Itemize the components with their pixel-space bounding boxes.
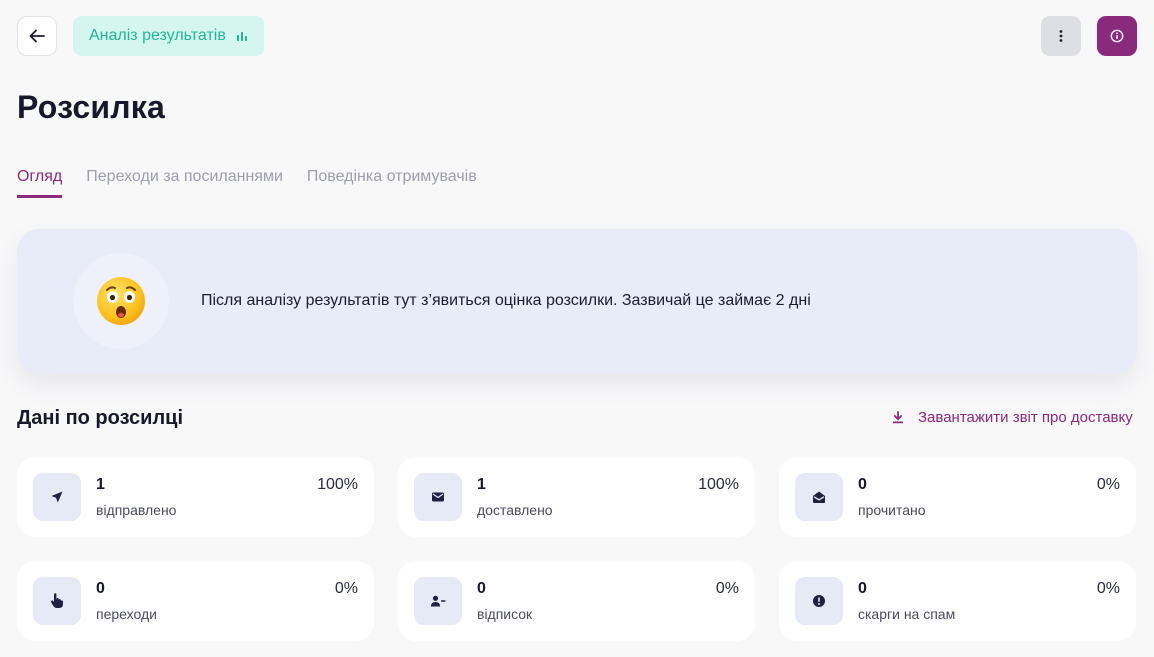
- stat-icon-box: [33, 473, 81, 521]
- evaluation-banner: Після аналізу результатів тут з’явиться …: [17, 229, 1137, 373]
- stat-label: переходи: [96, 606, 157, 622]
- stat-card-clicks: 0 переходи 0%: [17, 561, 374, 641]
- banner-message: Після аналізу результатів тут з’явиться …: [201, 292, 811, 309]
- analysis-results-button[interactable]: Аналіз результатів: [73, 16, 264, 56]
- stat-value: 1: [96, 476, 105, 493]
- send-icon: [51, 491, 63, 503]
- stat-card-read: 0 прочитано 0%: [779, 457, 1136, 537]
- envelope-icon: [432, 492, 444, 502]
- tab-link-clicks[interactable]: Переходи за посиланнями: [86, 168, 283, 198]
- stat-value: 0: [96, 580, 105, 597]
- stat-percent: 0%: [1096, 476, 1120, 493]
- stat-value: 0: [858, 476, 867, 493]
- stat-icon-box: [414, 473, 462, 521]
- stat-label: доставлено: [477, 502, 553, 518]
- vertical-dots-icon: [1059, 30, 1063, 42]
- download-report-link[interactable]: Завантажити звіт про доставку: [892, 409, 1133, 426]
- stat-percent: 0%: [334, 580, 358, 597]
- astonished-face-icon: [97, 277, 145, 325]
- emoji-container: [73, 253, 169, 349]
- stat-value: 1: [477, 476, 486, 493]
- stat-icon-box: [414, 577, 462, 625]
- stat-card-spam-complaints: 0 скарги на спам 0%: [779, 561, 1136, 641]
- stat-percent: 0%: [715, 580, 739, 597]
- stat-percent: 100%: [317, 476, 358, 493]
- stat-label: відправлено: [96, 502, 177, 518]
- tab-recipient-behavior[interactable]: Поведінка отримувачів: [307, 168, 477, 198]
- stat-label: скарги на спам: [858, 606, 956, 622]
- section-title: Дані по розсилці: [17, 407, 184, 429]
- stat-value: 0: [858, 580, 867, 597]
- stat-percent: 0%: [1096, 580, 1120, 597]
- stat-icon-box: [795, 577, 843, 625]
- stat-value: 0: [477, 580, 486, 597]
- stat-label: прочитано: [858, 502, 926, 518]
- analysis-results-label: Аналіз результатів: [89, 27, 226, 44]
- page-title: Розсилка: [17, 89, 165, 125]
- open-envelope-icon: [813, 491, 825, 503]
- pointer-hand-icon: [50, 593, 63, 608]
- alert-circle-icon: [813, 595, 825, 607]
- bar-chart-icon: [236, 32, 247, 41]
- tab-overview[interactable]: Огляд: [17, 168, 63, 198]
- stat-card-unsubscribes: 0 відписок 0%: [398, 561, 755, 641]
- stat-icon-box: [33, 577, 81, 625]
- info-circle-icon: [1110, 29, 1124, 43]
- download-report-label: Завантажити звіт про доставку: [918, 409, 1133, 426]
- download-icon: [893, 411, 903, 424]
- info-button[interactable]: [1097, 16, 1137, 56]
- user-minus-icon: [430, 595, 446, 607]
- stat-card-delivered: 1 доставлено 100%: [398, 457, 755, 537]
- stat-icon-box: [795, 473, 843, 521]
- arrow-left-icon: [29, 29, 45, 43]
- stat-label: відписок: [477, 606, 533, 622]
- stat-card-sent: 1 відправлено 100%: [17, 457, 374, 537]
- page: Аналіз результатів Розсилка Огляд Перехо…: [0, 0, 1154, 657]
- more-options-button[interactable]: [1041, 16, 1081, 56]
- tab-bar: Огляд Переходи за посиланнями Поведінка …: [17, 168, 477, 198]
- back-button[interactable]: [17, 16, 57, 56]
- stat-percent: 100%: [698, 476, 739, 493]
